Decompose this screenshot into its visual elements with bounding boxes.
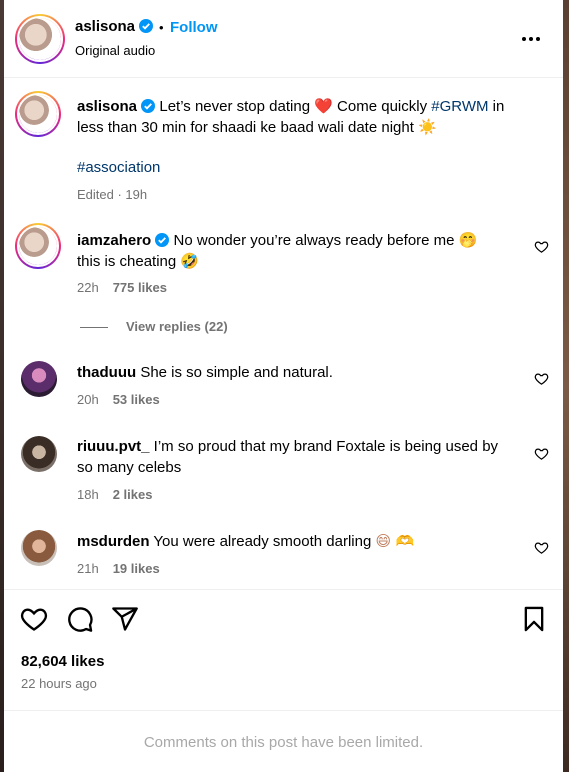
avatar-image — [19, 18, 61, 60]
comment-likes[interactable]: 2 likes — [113, 487, 153, 502]
comment-part: She is so simple and natural. — [136, 364, 333, 381]
post-timestamp[interactable]: 22 hours ago — [21, 676, 97, 691]
more-horizontal-icon[interactable] — [521, 36, 541, 42]
comment-part: You were already smooth darling — [149, 533, 376, 550]
comment-avatar[interactable] — [21, 361, 57, 397]
comment-text: msdurden You were already smooth darling… — [77, 531, 415, 552]
like-comment-heart-icon[interactable] — [534, 540, 549, 555]
view-replies-button[interactable]: View replies (22) — [126, 319, 228, 334]
comment-avatar[interactable] — [21, 436, 57, 472]
comment-time[interactable]: 20h — [77, 392, 99, 407]
avatar-image — [19, 95, 57, 133]
comment-text: iamzahero No wonder you’re always ready … — [77, 230, 517, 272]
follow-button[interactable]: Follow — [170, 19, 218, 36]
comment-username[interactable]: msdurden — [77, 533, 150, 550]
comment-username[interactable]: riuuu.pvt_ — [77, 438, 150, 455]
footer-divider — [4, 710, 563, 711]
comment-time[interactable]: 18h — [77, 487, 99, 502]
author-username[interactable]: aslisona — [75, 18, 154, 35]
comment-likes[interactable]: 19 likes — [113, 561, 160, 576]
like-comment-heart-icon[interactable] — [534, 371, 549, 386]
emoji: 🤭 — [458, 231, 478, 249]
comment-part: No wonder you’re always ready before me — [169, 232, 459, 249]
caption-meta: Edited · 19h — [77, 187, 148, 202]
like-comment-heart-icon[interactable] — [534, 239, 549, 254]
comment-likes[interactable]: 53 likes — [113, 392, 160, 407]
caption-line2: less than 30 min for shaadi ke baad wali… — [77, 119, 419, 136]
share-send-icon[interactable] — [111, 605, 139, 633]
verified-badge-icon — [155, 233, 170, 247]
caption-part: in — [488, 98, 505, 115]
save-bookmark-icon[interactable] — [520, 605, 548, 633]
verified-badge-icon — [141, 99, 156, 113]
emoji: 🤣 — [180, 252, 200, 270]
comment-likes[interactable]: 775 likes — [113, 280, 167, 295]
caption-username[interactable]: aslisona — [77, 98, 137, 115]
emoji: 😄 🫶 — [375, 532, 415, 550]
comment-meta: 18h 2 likes — [77, 487, 152, 502]
caption-part: Let’s never stop dating — [155, 98, 315, 115]
comment-meta: 21h 19 likes — [77, 561, 160, 576]
comment-part: so many celebs — [77, 459, 182, 476]
comment-text: riuuu.pvt_ I’m so proud that my brand Fo… — [77, 436, 527, 478]
comment-meta: 22h 775 likes — [77, 280, 167, 295]
comment-time[interactable]: 21h — [77, 561, 99, 576]
comment-part: I’m so proud that my brand Foxtale is be… — [149, 438, 499, 455]
post-likes-count[interactable]: 82,604 likes — [21, 653, 104, 670]
comment-username[interactable]: iamzahero — [77, 232, 151, 249]
avatar-image — [19, 227, 57, 265]
heart-emoji: ❤️ — [314, 97, 333, 115]
caption-text: aslisona Let’s never stop dating ❤️ Come… — [77, 96, 537, 138]
comment-meta: 20h 53 likes — [77, 392, 160, 407]
comment-username[interactable]: thaduuu — [77, 364, 136, 381]
comment-time[interactable]: 22h — [77, 280, 99, 295]
like-comment-heart-icon[interactable] — [534, 446, 549, 461]
separator-dot: • — [159, 20, 164, 35]
hashtag-grwm[interactable]: #GRWM — [431, 98, 488, 115]
author-avatar[interactable] — [15, 14, 65, 64]
comment-part: this is cheating — [77, 253, 181, 270]
action-bar-divider — [4, 589, 563, 590]
post-panel: aslisona • Follow Original audio aslison… — [4, 0, 563, 772]
comment-bubble-icon[interactable] — [66, 605, 94, 633]
like-heart-icon[interactable] — [20, 605, 48, 633]
comment-avatar[interactable] — [15, 223, 61, 269]
sun-emoji: ☀️ — [418, 118, 437, 136]
caption-part: Come quickly — [332, 98, 432, 115]
verified-badge-icon — [139, 19, 154, 33]
replies-line — [80, 327, 108, 328]
audio-label[interactable]: Original audio — [75, 43, 155, 58]
background-edge-right — [563, 0, 569, 772]
hashtag-association[interactable]: #association — [77, 157, 160, 178]
comments-limited-notice: Comments on this post have been limited. — [143, 734, 424, 751]
post-header: aslisona • Follow Original audio — [4, 0, 563, 78]
comment-avatar[interactable] — [21, 530, 57, 566]
caption-avatar[interactable] — [15, 91, 61, 137]
comment-text: thaduuu She is so simple and natural. — [77, 362, 333, 383]
